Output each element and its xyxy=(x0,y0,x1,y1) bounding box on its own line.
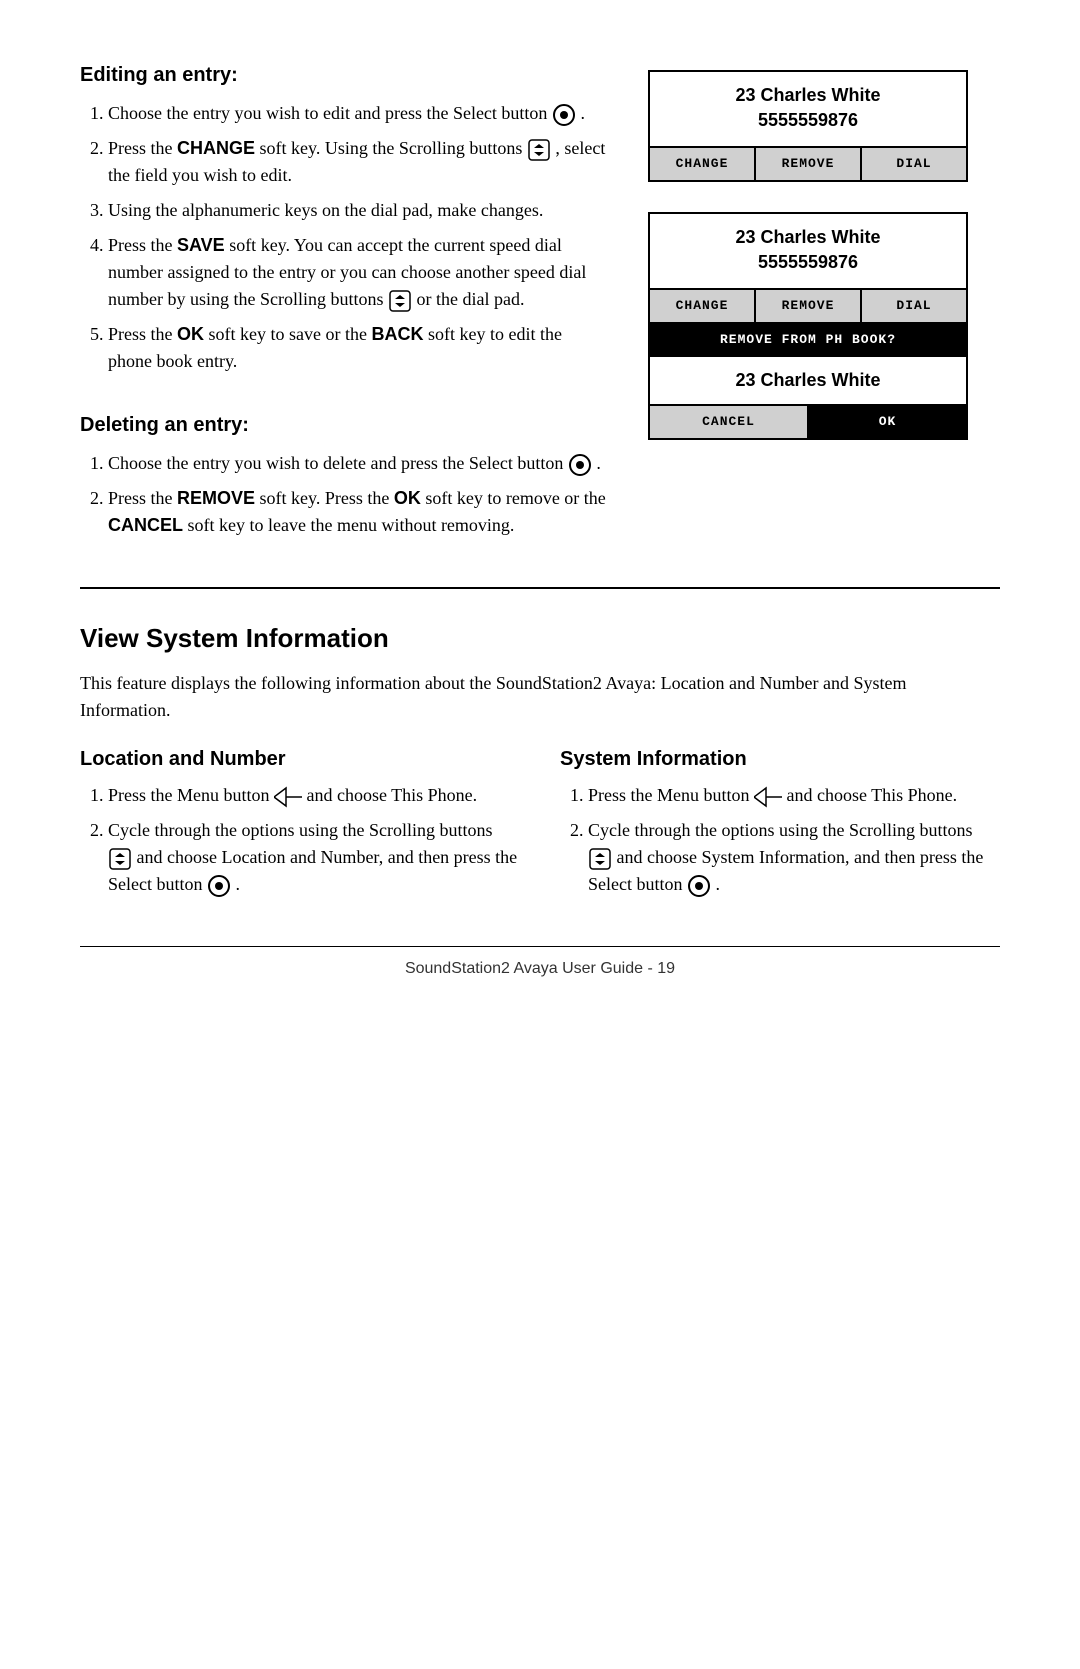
deleting-step-1: Choose the entry you wish to delete and … xyxy=(108,450,608,477)
system-col: System Information Press the Menu button… xyxy=(560,744,1000,906)
screen2-number: 5555559876 xyxy=(666,249,950,276)
deleting-heading: Deleting an entry: xyxy=(80,410,608,440)
screen1-dial-btn[interactable]: DIAL xyxy=(862,148,966,180)
screen2-ok-btn[interactable]: OK xyxy=(809,406,966,438)
editing-step4-post2: or the dial pad. xyxy=(416,289,524,309)
screen2-remove-btn[interactable]: REMOVE xyxy=(756,290,862,322)
deleting-remove-key: REMOVE xyxy=(177,488,255,508)
select-button-icon xyxy=(552,103,576,127)
system-step1-post: and choose This Phone. xyxy=(787,785,958,805)
editing-section: Editing an entry: Choose the entry you w… xyxy=(80,60,608,375)
deleting-step1-period: . xyxy=(596,453,601,473)
deleting-step2-mid: soft key. Press the xyxy=(255,488,394,508)
screen2-change-btn[interactable]: CHANGE xyxy=(650,290,756,322)
screen2-confirm-buttons: CANCEL OK xyxy=(650,404,966,438)
deleting-section: Deleting an entry: Choose the entry you … xyxy=(80,410,608,539)
location-heading: Location and Number xyxy=(80,744,520,774)
editing-step4-pre: Press the xyxy=(108,235,177,255)
scroll-button-icon-4 xyxy=(588,847,612,871)
screen2-dial-btn[interactable]: DIAL xyxy=(862,290,966,322)
system-heading: System Information xyxy=(560,744,1000,774)
deleting-step2-pre: Press the xyxy=(108,488,177,508)
deleting-step1-pre: Choose the entry you wish to delete and … xyxy=(108,453,563,473)
location-step2-pre: Cycle through the options using the Scro… xyxy=(108,820,492,840)
editing-step-4: Press the SAVE soft key. You can accept … xyxy=(108,232,608,313)
screen2-confirm-label: REMOVE FROM PH BOOK? xyxy=(650,322,966,356)
footer-text: SoundStation2 Avaya User Guide - 19 xyxy=(80,957,1000,981)
location-col: Location and Number Press the Menu butto… xyxy=(80,744,520,906)
system-list: Press the Menu button and choose This Ph… xyxy=(560,782,1000,898)
page: Editing an entry: Choose the entry you w… xyxy=(0,0,1080,1669)
editing-list: Choose the entry you wish to edit and pr… xyxy=(80,100,608,375)
two-col-subsections: Location and Number Press the Menu butto… xyxy=(80,744,1000,906)
system-step2-period: . xyxy=(715,874,720,894)
system-step-1: Press the Menu button and choose This Ph… xyxy=(588,782,1000,809)
system-step2-mid: and choose System Information, and then … xyxy=(588,847,983,894)
menu-button-icon-1 xyxy=(274,786,302,808)
editing-step5-mid: soft key to save or the xyxy=(204,324,371,344)
location-step2-period: . xyxy=(235,874,240,894)
location-step1-pre: Press the Menu button xyxy=(108,785,270,805)
view-system-desc: This feature displays the following info… xyxy=(80,670,1000,724)
location-step2-mid: and choose Location and Number, and then… xyxy=(108,847,517,894)
view-system-title: View System Information xyxy=(80,619,1000,658)
screen1-buttons: CHANGE REMOVE DIAL xyxy=(650,146,966,180)
menu-button-icon-2 xyxy=(754,786,782,808)
editing-step-2: Press the CHANGE soft key. Using the Scr… xyxy=(108,135,608,189)
screen1-number: 5555559876 xyxy=(666,107,950,134)
deleting-ok-key: OK xyxy=(394,488,421,508)
deleting-step2-post: soft key to leave the menu without remov… xyxy=(183,515,514,535)
screen1-change-btn[interactable]: CHANGE xyxy=(650,148,756,180)
deleting-cancel-key: CANCEL xyxy=(108,515,183,535)
editing-ok-key: OK xyxy=(177,324,204,344)
phone-screen-1: 23 Charles White 5555559876 CHANGE REMOV… xyxy=(648,70,968,182)
editing-step-3: Using the alphanumeric keys on the dial … xyxy=(108,197,608,224)
editing-step-5: Press the OK soft key to save or the BAC… xyxy=(108,321,608,375)
editing-step3-text: Using the alphanumeric keys on the dial … xyxy=(108,200,543,220)
editing-change-key: CHANGE xyxy=(177,138,255,158)
location-step-2: Cycle through the options using the Scro… xyxy=(108,817,520,898)
editing-step-1: Choose the entry you wish to edit and pr… xyxy=(108,100,608,127)
phone-screen-2: 23 Charles White 5555559876 CHANGE REMOV… xyxy=(648,212,968,440)
scroll-button-icon-2 xyxy=(388,289,412,313)
system-step-2: Cycle through the options using the Scro… xyxy=(588,817,1000,898)
screen1-content: 23 Charles White 5555559876 xyxy=(650,72,966,146)
right-column: 23 Charles White 5555559876 CHANGE REMOV… xyxy=(648,60,1000,547)
screen2-buttons: CHANGE REMOVE DIAL xyxy=(650,288,966,322)
editing-step1-text: Choose the entry you wish to edit and pr… xyxy=(108,103,552,123)
deleting-step2-mid2: soft key to remove or the xyxy=(421,488,606,508)
editing-step5-pre: Press the xyxy=(108,324,177,344)
scroll-button-icon-3 xyxy=(108,847,132,871)
select-button-icon-4 xyxy=(687,874,711,898)
screen2-content: 23 Charles White 5555559876 xyxy=(650,214,966,288)
top-section: Editing an entry: Choose the entry you w… xyxy=(80,60,1000,547)
select-button-icon-3 xyxy=(207,874,231,898)
system-step1-pre: Press the Menu button xyxy=(588,785,750,805)
screen1-name: 23 Charles White xyxy=(666,84,950,107)
editing-back-key: BACK xyxy=(371,324,423,344)
left-column: Editing an entry: Choose the entry you w… xyxy=(80,60,608,547)
view-system-section: View System Information This feature dis… xyxy=(80,619,1000,906)
editing-step1-period: . xyxy=(580,103,585,123)
location-list: Press the Menu button and choose This Ph… xyxy=(80,782,520,898)
select-button-icon-2 xyxy=(568,453,592,477)
scroll-button-icon-1 xyxy=(527,138,551,162)
screen2-name: 23 Charles White xyxy=(666,226,950,249)
main-divider xyxy=(80,587,1000,589)
screen1-remove-btn[interactable]: REMOVE xyxy=(756,148,862,180)
deleting-step-2: Press the REMOVE soft key. Press the OK … xyxy=(108,485,608,539)
editing-save-key: SAVE xyxy=(177,235,225,255)
screen2-confirm-name: 23 Charles White xyxy=(650,355,966,404)
editing-step2-post: soft key. Using the Scrolling buttons xyxy=(255,138,522,158)
editing-step2-pre: Press the xyxy=(108,138,177,158)
system-step2-pre: Cycle through the options using the Scro… xyxy=(588,820,972,840)
screen2-cancel-btn[interactable]: CANCEL xyxy=(650,406,809,438)
editing-heading: Editing an entry: xyxy=(80,60,608,90)
location-step1-post: and choose This Phone. xyxy=(307,785,478,805)
location-step-1: Press the Menu button and choose This Ph… xyxy=(108,782,520,809)
footer-divider xyxy=(80,946,1000,947)
deleting-list: Choose the entry you wish to delete and … xyxy=(80,450,608,539)
